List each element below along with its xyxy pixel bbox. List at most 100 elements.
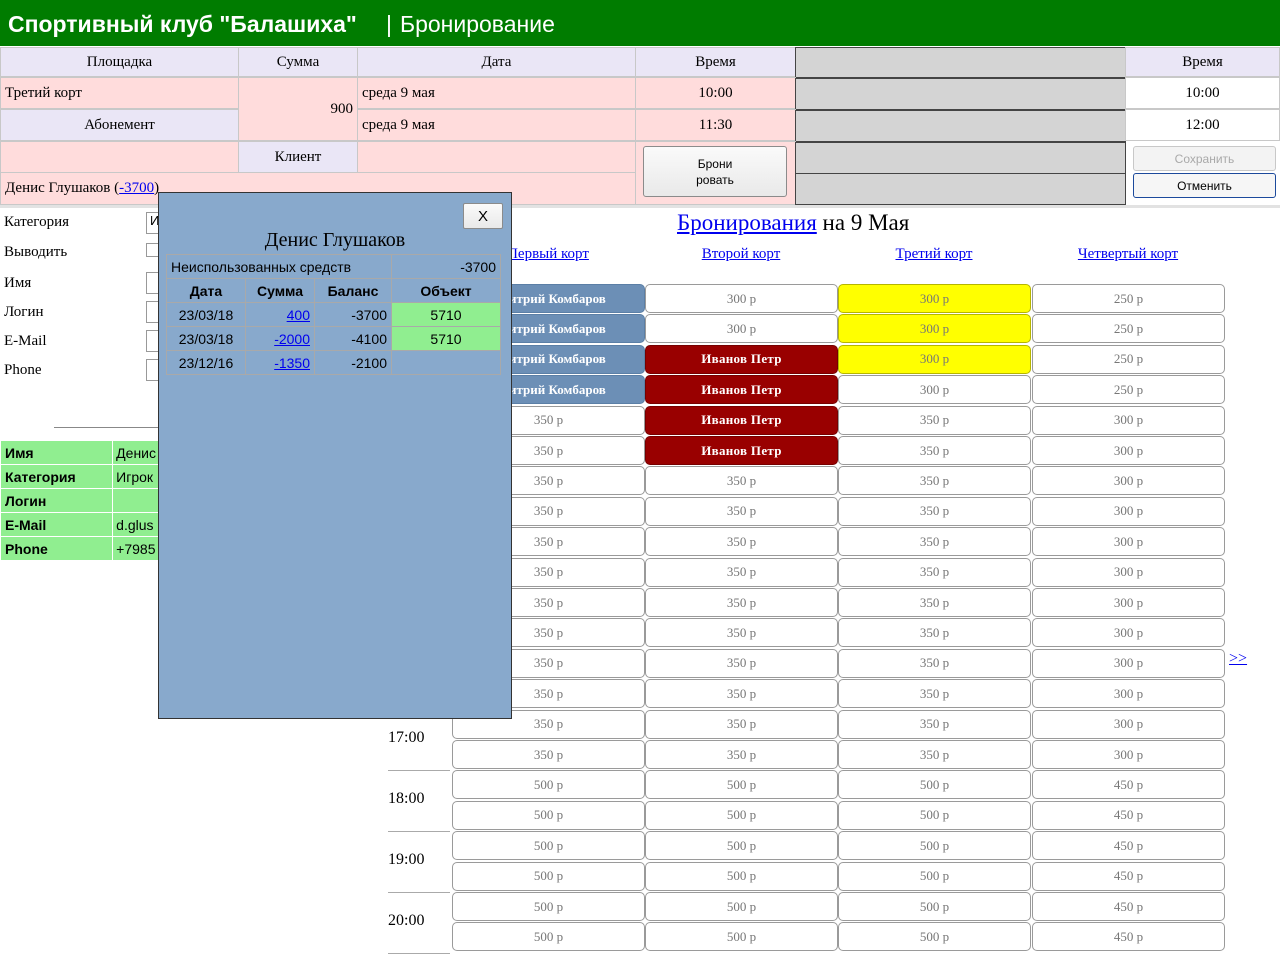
client-name: Денис Глушаков ( [5,180,120,196]
next-day-link[interactable]: >> [1229,650,1247,668]
booked-slot[interactable]: Иванов Петр [645,436,838,465]
court-header-3[interactable]: Третий корт [839,246,1029,263]
free-slot[interactable]: 450 р [1032,831,1225,861]
free-slot[interactable]: 500 р [838,922,1031,952]
time-right2-value[interactable]: 12:00 [1125,109,1280,141]
book-button[interactable]: Брони ровать [643,146,787,197]
free-slot[interactable]: 350 р [645,527,838,557]
free-slot[interactable]: 450 р [1032,770,1225,800]
time-right1-value[interactable]: 10:00 [1125,77,1280,109]
free-slot[interactable]: 250 р [1032,375,1225,405]
free-slot[interactable]: 350 р [838,618,1031,648]
free-slot[interactable]: 350 р [838,466,1031,496]
free-slot[interactable]: 300 р [1032,648,1225,678]
free-slot[interactable]: 300 р [1032,709,1225,739]
free-slot[interactable]: 450 р [1032,922,1225,952]
free-slot[interactable]: 300 р [1032,740,1225,769]
free-slot[interactable]: 250 р [1032,344,1225,374]
free-slot[interactable]: 350 р [645,466,838,496]
free-slot[interactable]: 300 р [838,314,1031,344]
save-button[interactable]: Сохранить [1133,146,1276,171]
free-slot[interactable]: 250 р [1032,314,1225,344]
free-slot[interactable]: 300 р [1032,618,1225,648]
free-slot[interactable]: 500 р [838,800,1031,830]
free-slot[interactable]: 350 р [838,709,1031,739]
booked-slot[interactable]: Иванов Петр [645,344,838,374]
free-slot[interactable]: 500 р [838,831,1031,861]
close-button[interactable]: X [463,203,503,229]
time2-value[interactable]: 11:30 [635,109,796,141]
free-slot[interactable]: 350 р [645,618,838,648]
free-slot[interactable]: 500 р [645,770,838,800]
free-slot[interactable]: 350 р [645,496,838,526]
transaction-sum-link[interactable]: -1350 [245,350,315,375]
time1-value[interactable]: 10:00 [635,77,796,109]
free-slot[interactable]: 300 р [838,284,1031,313]
free-slot[interactable]: 500 р [645,800,838,830]
free-slot[interactable]: 350 р [838,740,1031,769]
free-slot[interactable]: 350 р [645,709,838,739]
court-header-2[interactable]: Второй корт [646,246,836,263]
free-slot[interactable]: 250 р [1032,284,1225,313]
free-slot[interactable]: 500 р [645,892,838,921]
free-slot[interactable]: 300 р [838,375,1031,405]
col-time2-header: Время [1125,47,1280,77]
free-slot[interactable]: 350 р [645,740,838,769]
free-slot[interactable]: 500 р [452,831,645,861]
free-slot[interactable]: 350 р [838,557,1031,587]
transaction-sum-link[interactable]: 400 [245,302,315,327]
free-slot[interactable]: 300 р [1032,405,1225,435]
column-header: Дата [166,278,246,303]
free-slot[interactable]: 300 р [1032,466,1225,496]
free-slot[interactable]: 350 р [645,557,838,587]
free-slot[interactable]: 500 р [452,800,645,830]
free-slot[interactable]: 300 р [1032,588,1225,617]
free-slot[interactable]: 350 р [645,648,838,678]
free-slot[interactable]: 350 р [838,405,1031,435]
transaction-row: 23/12/16 -1350 -2100 [166,350,501,375]
client-info-value: Игрок [112,464,160,489]
place-value[interactable]: Третий корт [0,77,239,109]
booked-slot[interactable]: Иванов Петр [645,405,838,435]
bookings-link[interactable]: Бронирования [677,210,817,235]
free-slot[interactable]: 500 р [838,770,1031,800]
free-slot[interactable]: 350 р [838,679,1031,709]
transaction-sum-link[interactable]: -2000 [245,326,315,351]
free-slot[interactable]: 350 р [452,740,645,769]
free-slot[interactable]: 300 р [1032,496,1225,526]
free-slot[interactable]: 450 р [1032,800,1225,830]
free-slot[interactable]: 300 р [645,314,838,344]
sum-value[interactable]: 900 [238,77,358,141]
free-slot[interactable]: 350 р [838,648,1031,678]
cancel-button[interactable]: Отменить [1133,173,1276,198]
free-slot[interactable]: 500 р [452,892,645,921]
free-slot[interactable]: 500 р [645,831,838,861]
free-slot[interactable]: 300 р [1032,436,1225,465]
client-balance-link[interactable]: -3700 [119,180,154,197]
date1-value[interactable]: среда 9 мая [357,77,636,109]
free-slot[interactable]: 450 р [1032,861,1225,891]
free-slot[interactable]: 350 р [838,436,1031,465]
free-slot[interactable]: 300 р [838,344,1031,374]
type-value[interactable]: Абонемент [0,109,239,141]
booked-slot[interactable]: Иванов Петр [645,375,838,405]
free-slot[interactable]: 450 р [1032,892,1225,921]
date2-value[interactable]: среда 9 мая [357,109,636,141]
free-slot[interactable]: 350 р [838,527,1031,557]
free-slot[interactable]: 300 р [1032,527,1225,557]
free-slot[interactable]: 350 р [645,679,838,709]
free-slot[interactable]: 300 р [645,284,838,313]
free-slot[interactable]: 350 р [838,588,1031,617]
free-slot[interactable]: 500 р [452,922,645,952]
free-slot[interactable]: 500 р [645,922,838,952]
free-slot[interactable]: 350 р [645,588,838,617]
free-slot[interactable]: 300 р [1032,557,1225,587]
free-slot[interactable]: 500 р [838,861,1031,891]
free-slot[interactable]: 500 р [838,892,1031,921]
free-slot[interactable]: 350 р [838,496,1031,526]
court-header-4[interactable]: Четвертый корт [1033,246,1223,263]
free-slot[interactable]: 500 р [452,770,645,800]
free-slot[interactable]: 500 р [452,861,645,891]
free-slot[interactable]: 300 р [1032,679,1225,709]
free-slot[interactable]: 500 р [645,861,838,891]
